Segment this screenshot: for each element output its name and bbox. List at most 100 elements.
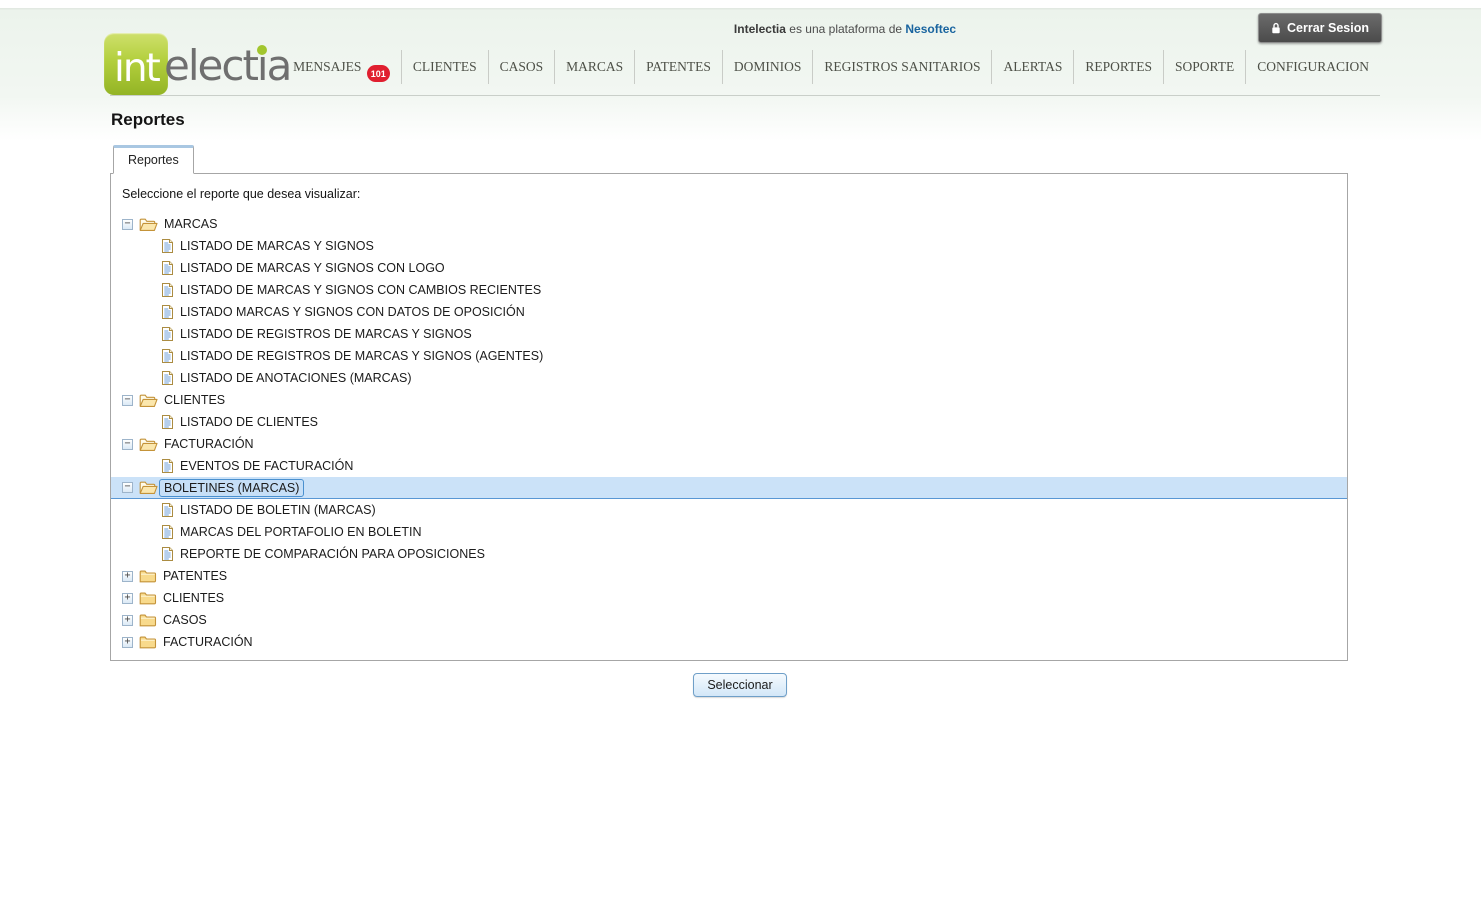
- tree-report-listado-de-registros-de-marcas-y-signos[interactable]: LISTADO DE REGISTROS DE MARCAS Y SIGNOS: [111, 323, 1347, 345]
- document-icon: [161, 546, 174, 562]
- folder-open-icon: [139, 393, 158, 408]
- collapse-toggle-icon[interactable]: −: [122, 439, 133, 450]
- tree-report-listado-de-anotaciones-marcas-[interactable]: LISTADO DE ANOTACIONES (MARCAS): [111, 367, 1347, 389]
- tree-report-reporte-de-comparaci-n-para-oposiciones[interactable]: REPORTE DE COMPARACIÓN PARA OPOSICIONES: [111, 543, 1347, 565]
- document-icon: [161, 326, 174, 342]
- nav-item-label: CLIENTES: [413, 59, 477, 74]
- tree-report-listado-marcas-y-signos-con-datos-de-oposici-n[interactable]: LISTADO MARCAS Y SIGNOS CON DATOS DE OPO…: [111, 301, 1347, 323]
- nav-item-label: DOMINIOS: [734, 59, 802, 74]
- page-title: Reportes: [111, 96, 1370, 130]
- tree-item-label: MARCAS: [164, 217, 217, 231]
- logout-button[interactable]: Cerrar Sesion: [1258, 13, 1382, 43]
- provider-link[interactable]: Nesoftec: [905, 22, 956, 36]
- tree-item-label: LISTADO DE BOLETIN (MARCAS): [180, 503, 376, 517]
- tree-item-label: CLIENTES: [164, 393, 225, 407]
- folder-closed-icon: [139, 591, 157, 606]
- collapse-toggle-icon[interactable]: −: [122, 395, 133, 406]
- reports-panel: Seleccione el reporte que desea visualiz…: [110, 173, 1348, 661]
- tree-report-marcas-del-portafolio-en-boletin[interactable]: MARCAS DEL PORTAFOLIO EN BOLETIN: [111, 521, 1347, 543]
- logout-label: Cerrar Sesion: [1287, 21, 1369, 35]
- tree-item-label: PATENTES: [163, 569, 227, 583]
- logo-rest-text: electia: [164, 41, 290, 90]
- logo-boxed-text: int: [114, 46, 159, 91]
- collapse-toggle-icon[interactable]: −: [122, 482, 133, 493]
- tree-report-eventos-de-facturaci-n[interactable]: EVENTOS DE FACTURACIÓN: [111, 455, 1347, 477]
- tree-item-label: CLIENTES: [163, 591, 224, 605]
- tree-item-label: LISTADO DE MARCAS Y SIGNOS CON CAMBIOS R…: [180, 283, 541, 297]
- nav-item-casos[interactable]: CASOS: [488, 50, 555, 84]
- document-icon: [161, 282, 174, 298]
- expand-toggle-icon[interactable]: +: [122, 637, 133, 648]
- collapse-toggle-icon[interactable]: −: [122, 219, 133, 230]
- folder-open-icon: [139, 217, 158, 232]
- folder-closed-icon: [139, 613, 157, 628]
- tree-folder-marcas[interactable]: − MARCAS: [111, 213, 1347, 235]
- nav-item-configuracion[interactable]: CONFIGURACION: [1245, 50, 1380, 84]
- tree-report-listado-de-clientes[interactable]: LISTADO DE CLIENTES: [111, 411, 1347, 433]
- nav-item-dominios[interactable]: DOMINIOS: [722, 50, 813, 84]
- tree-item-label: FACTURACIÓN: [163, 635, 253, 649]
- nav-item-clientes[interactable]: CLIENTES: [401, 50, 488, 84]
- tree-item-label: LISTADO DE MARCAS Y SIGNOS: [180, 239, 374, 253]
- nav-item-mensajes[interactable]: MENSAJES 101: [282, 50, 401, 84]
- nav-item-label: CONFIGURACION: [1257, 59, 1369, 74]
- tree-item-label: FACTURACIÓN: [164, 437, 254, 451]
- tree-report-listado-de-boletin-marcas-[interactable]: LISTADO DE BOLETIN (MARCAS): [111, 499, 1347, 521]
- nav-item-label: MENSAJES: [293, 59, 361, 74]
- intelectia-logo[interactable]: int electia: [104, 33, 264, 95]
- tree-folder-facturaci-n[interactable]: − FACTURACIÓN: [111, 433, 1347, 455]
- nav-item-label: SOPORTE: [1175, 59, 1234, 74]
- tree-item-label: MARCAS DEL PORTAFOLIO EN BOLETIN: [180, 525, 422, 539]
- nav-item-patentes[interactable]: PATENTES: [634, 50, 722, 84]
- tree-folder-clientes[interactable]: + CLIENTES: [111, 587, 1347, 609]
- document-icon: [161, 348, 174, 364]
- main-nav: MENSAJES 101 CLIENTES CASOS MARCAS PATEN…: [282, 50, 1380, 84]
- nav-item-reportes[interactable]: REPORTES: [1073, 50, 1163, 84]
- document-icon: [161, 260, 174, 276]
- tree-report-listado-de-marcas-y-signos-con-logo[interactable]: LISTADO DE MARCAS Y SIGNOS CON LOGO: [111, 257, 1347, 279]
- message-count-badge: 101: [367, 65, 390, 82]
- tree-item-label: LISTADO DE REGISTROS DE MARCAS Y SIGNOS: [180, 327, 472, 341]
- tree-folder-facturaci-n[interactable]: + FACTURACIÓN: [111, 631, 1347, 653]
- tab-reportes[interactable]: Reportes: [113, 145, 194, 174]
- tree-report-listado-de-marcas-y-signos[interactable]: LISTADO DE MARCAS Y SIGNOS: [111, 235, 1347, 257]
- lock-icon: [1271, 22, 1281, 35]
- tree-report-listado-de-marcas-y-signos-con-cambios-recientes[interactable]: LISTADO DE MARCAS Y SIGNOS CON CAMBIOS R…: [111, 279, 1347, 301]
- platform-note: Intelectia es una plataforma de Nesoftec: [734, 22, 956, 36]
- header-inner: int electia MENSAJES 101 CLIENTES CASOS …: [110, 0, 1380, 96]
- document-icon: [161, 414, 174, 430]
- expand-toggle-icon[interactable]: +: [122, 615, 133, 626]
- seleccionar-button[interactable]: Seleccionar: [693, 673, 786, 697]
- document-icon: [161, 502, 174, 518]
- tree-report-listado-de-registros-de-marcas-y-signos-agentes-[interactable]: LISTADO DE REGISTROS DE MARCAS Y SIGNOS …: [111, 345, 1347, 367]
- expand-toggle-icon[interactable]: +: [122, 593, 133, 604]
- platform-brand: Intelectia: [734, 22, 786, 36]
- tree-item-label: LISTADO DE MARCAS Y SIGNOS CON LOGO: [180, 261, 445, 275]
- document-icon: [161, 304, 174, 320]
- tree-item-label: LISTADO DE ANOTACIONES (MARCAS): [180, 371, 412, 385]
- header: Intelectia es una plataforma de Nesoftec…: [0, 0, 1481, 96]
- instruction-text: Seleccione el reporte que desea visualiz…: [122, 187, 1347, 201]
- nav-item-registros-sanitarios[interactable]: REGISTROS SANITARIOS: [812, 50, 991, 84]
- document-icon: [161, 458, 174, 474]
- nav-item-label: MARCAS: [566, 59, 623, 74]
- main-area: Reportes Reportes Seleccione el reporte …: [0, 96, 1481, 908]
- tree-item-label: EVENTOS DE FACTURACIÓN: [180, 459, 353, 473]
- button-row: Seleccionar: [110, 673, 1370, 697]
- nav-item-alertas[interactable]: ALERTAS: [991, 50, 1073, 84]
- document-icon: [161, 524, 174, 540]
- tree-folder-patentes[interactable]: + PATENTES: [111, 565, 1347, 587]
- nav-item-soporte[interactable]: SOPORTE: [1163, 50, 1245, 84]
- tree-item-label: CASOS: [163, 613, 207, 627]
- tree-folder-casos[interactable]: + CASOS: [111, 609, 1347, 631]
- logo-dot-icon: [257, 45, 267, 55]
- tree-folder-clientes[interactable]: − CLIENTES: [111, 389, 1347, 411]
- nav-item-marcas[interactable]: MARCAS: [554, 50, 634, 84]
- tree-item-label: REPORTE DE COMPARACIÓN PARA OPOSICIONES: [180, 547, 485, 561]
- folder-open-icon: [139, 437, 158, 452]
- expand-toggle-icon[interactable]: +: [122, 571, 133, 582]
- tree-folder-boletines-marcas-[interactable]: − BOLETINES (MARCAS): [111, 477, 1347, 499]
- folder-closed-icon: [139, 635, 157, 650]
- platform-middle-text: es una plataforma de: [789, 22, 902, 36]
- tree-item-label: LISTADO DE CLIENTES: [180, 415, 318, 429]
